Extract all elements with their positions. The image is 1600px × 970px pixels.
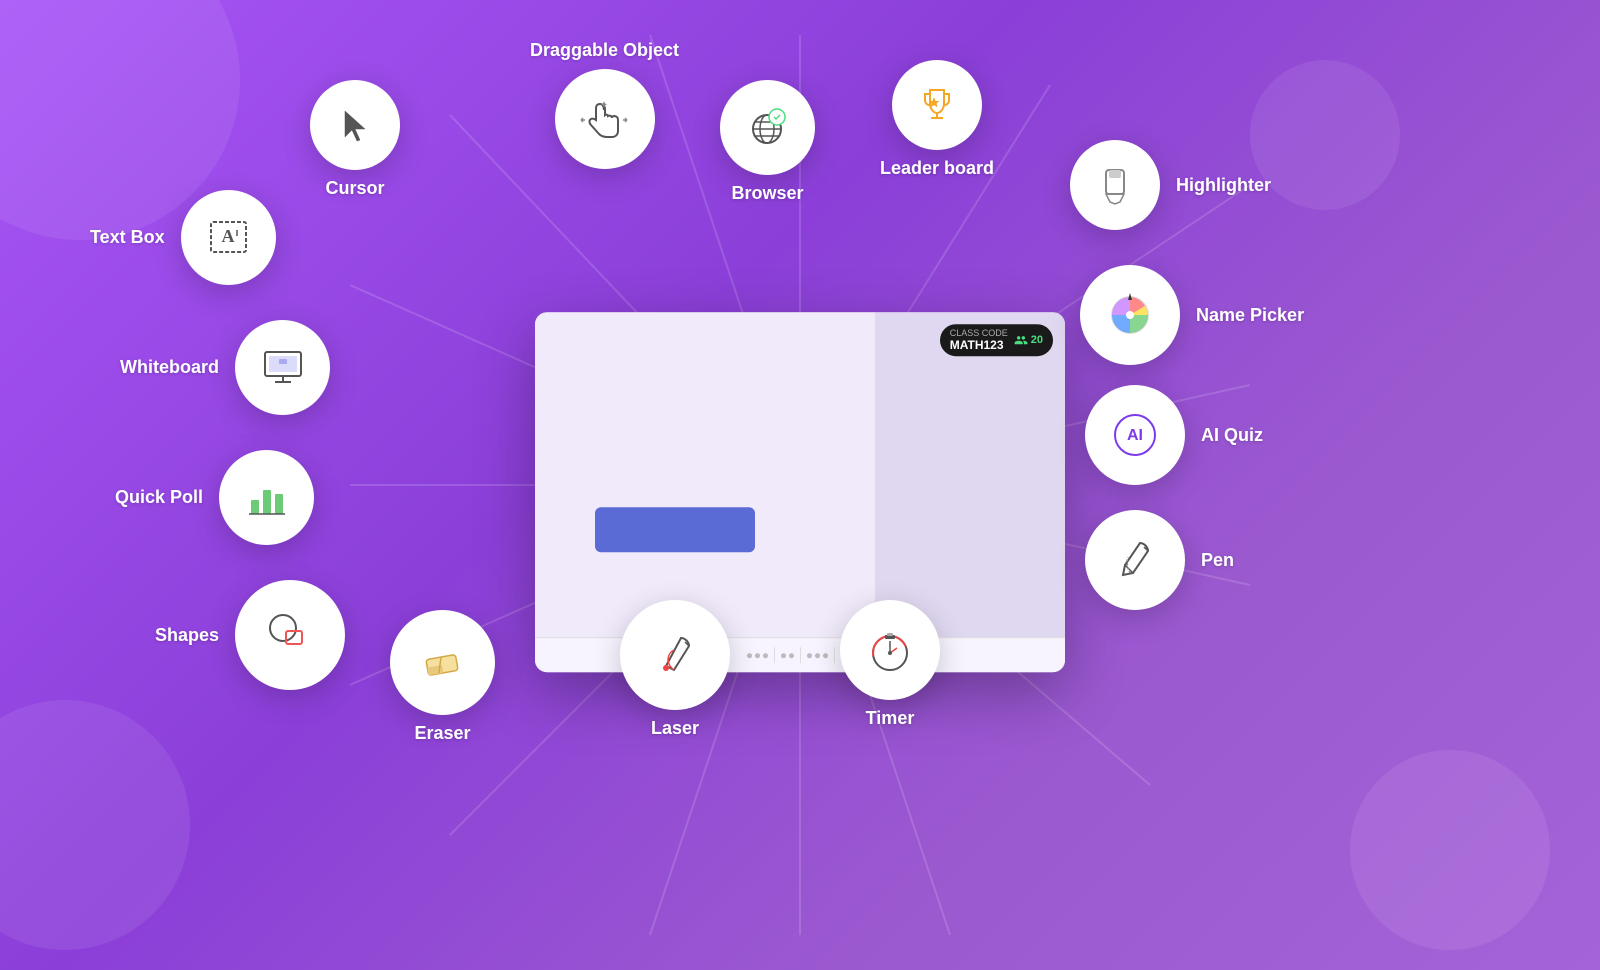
timer-label: Timer [866,708,915,729]
feature-circle-eraser [390,610,495,715]
whiteboard-mockup: CLASS CODE MATH123 20 [535,312,1065,672]
feature-leaderboard[interactable]: Leader board [880,60,994,179]
feature-shapes[interactable]: Shapes [155,580,345,690]
laser-label: Laser [651,718,699,739]
leaderboard-label: Leader board [880,158,994,179]
feature-circle-laser [620,600,730,710]
feature-circle-timer [840,600,940,700]
feature-highlighter[interactable]: Highlighter [1070,140,1271,230]
feature-browser[interactable]: Browser [720,80,815,204]
feature-circle-highlighter [1070,140,1160,230]
blob-decoration [1350,750,1550,950]
feature-timer[interactable]: Timer [840,600,940,729]
feature-namepicker[interactable]: Name Picker [1080,265,1304,365]
feature-circle-aiquiz: AI [1085,385,1185,485]
feature-whiteboard[interactable]: Whiteboard [120,320,330,415]
textbox-label: Text Box [90,227,165,248]
svg-text:AI: AI [1127,427,1143,444]
feature-circle-namepicker [1080,265,1180,365]
wb-blue-box [595,507,755,552]
svg-text:A: A [221,226,234,246]
feature-circle-leaderboard [892,60,982,150]
feature-aiquiz[interactable]: AI AI Quiz [1085,385,1263,485]
feature-circle-textbox: A [181,190,276,285]
feature-laser[interactable]: Laser [620,600,730,739]
highlighter-label: Highlighter [1176,175,1271,196]
feature-quickpoll[interactable]: Quick Poll [115,450,314,545]
eraser-label: Eraser [414,723,470,744]
feature-pen[interactable]: Pen [1085,510,1234,610]
wb-class-code: MATH123 [950,338,1008,352]
namepicker-label: Name Picker [1196,305,1304,326]
feature-circle-pen [1085,510,1185,610]
wb-users-count: 20 [1014,333,1043,347]
cursor-label: Cursor [325,178,384,199]
svg-text:✦: ✦ [600,100,608,111]
feature-circle-whiteboard [235,320,330,415]
aiquiz-label: AI Quiz [1201,425,1263,446]
wb-code-label: CLASS CODE [950,328,1008,338]
wb-toolbar [535,637,1065,672]
wb-class-info: CLASS CODE MATH123 20 [940,324,1053,356]
wb-count: 20 [1031,334,1043,346]
feature-circle-browser [720,80,815,175]
browser-label: Browser [731,183,803,204]
whiteboard-label: Whiteboard [120,357,219,378]
quickpoll-label: Quick Poll [115,487,203,508]
feature-textbox[interactable]: A Text Box [90,190,276,285]
feature-circle-draggable: ✦ [555,69,655,169]
feature-circle-quickpoll [219,450,314,545]
blob-decoration [1250,60,1400,210]
feature-cursor[interactable]: Cursor [310,80,400,199]
feature-eraser[interactable]: Eraser [390,610,495,744]
draggable-label: Draggable Object [530,40,679,61]
feature-draggable[interactable]: Draggable Object ✦ [530,40,679,169]
feature-circle-shapes [235,580,345,690]
shapes-label: Shapes [155,625,219,646]
feature-circle-cursor [310,80,400,170]
pen-label: Pen [1201,550,1234,571]
